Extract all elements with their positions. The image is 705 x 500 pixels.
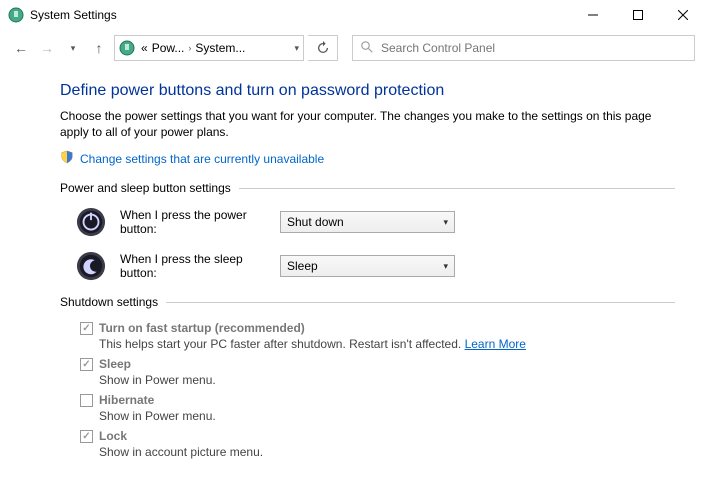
fast-startup-row: Turn on fast startup (recommended) [80,321,675,335]
divider [239,188,675,189]
app-icon [8,7,24,23]
hibernate-row: Hibernate [80,393,675,407]
page-heading: Define power buttons and turn on passwor… [60,82,675,100]
back-button[interactable]: ← [10,37,32,59]
address-bar[interactable]: « Pow... › System... ▾ [114,35,304,61]
sleep-desc: Show in Power menu. [99,373,675,387]
power-button-label: When I press the power button: [120,208,280,236]
hibernate-desc: Show in Power menu. [99,409,675,423]
close-button[interactable] [660,0,705,30]
shield-icon [60,150,74,167]
content: Define power buttons and turn on passwor… [0,66,705,459]
section-shutdown-label: Shutdown settings [60,295,158,309]
address-icon [119,40,135,56]
up-button[interactable]: ↑ [88,37,110,59]
page-description: Choose the power settings that you want … [60,108,675,140]
address-dropdown-icon[interactable]: ▾ [294,43,299,54]
toolbar: ← → ▾ ↑ « Pow... › System... ▾ [0,30,705,66]
shutdown-settings-list: Turn on fast startup (recommended) This … [80,321,675,459]
sleep-row: Sleep [80,357,675,371]
refresh-button[interactable] [308,35,338,61]
fast-startup-desc-text: This helps start your PC faster after sh… [99,337,465,351]
sleep-checkbox[interactable] [80,358,93,371]
section-shutdown: Shutdown settings [60,295,675,309]
breadcrumb-system[interactable]: System... [193,41,247,55]
section-power-label: Power and sleep button settings [60,181,231,195]
forward-button[interactable]: → [36,37,58,59]
recent-dropdown[interactable]: ▾ [62,37,84,59]
power-button-row: When I press the power button: Shut down… [76,207,675,237]
change-settings-text: Change settings that are currently unava… [80,152,324,166]
divider [166,302,675,303]
sleep-button-label: When I press the sleep button: [120,252,280,280]
minimize-button[interactable] [570,0,615,30]
search-input[interactable] [381,41,686,55]
lock-row: Lock [80,429,675,443]
sleep-label: Sleep [99,357,131,371]
fast-startup-label: Turn on fast startup (recommended) [99,321,305,335]
window-title: System Settings [30,8,117,22]
lock-checkbox[interactable] [80,430,93,443]
chevron-down-icon: ▾ [443,261,448,272]
learn-more-link[interactable]: Learn More [465,337,526,351]
section-power-buttons: Power and sleep button settings [60,181,675,195]
search-box[interactable] [352,35,695,61]
crumb-prefix[interactable]: « [139,41,150,55]
sleep-button-row: When I press the sleep button: Sleep ▾ [76,251,675,281]
breadcrumb-power[interactable]: Pow... [150,41,187,55]
hibernate-checkbox[interactable] [80,394,93,407]
crumb-sep-icon: › [186,43,193,53]
lock-label: Lock [99,429,127,443]
power-button-select[interactable]: Shut down ▾ [280,211,455,233]
chevron-down-icon: ▾ [443,217,448,228]
sleep-icon [76,251,106,281]
maximize-button[interactable] [615,0,660,30]
window-controls [570,0,705,30]
power-icon [76,207,106,237]
change-settings-link[interactable]: Change settings that are currently unava… [60,150,675,167]
titlebar: System Settings [0,0,705,30]
fast-startup-desc: This helps start your PC faster after sh… [99,337,675,351]
sleep-button-value: Sleep [287,259,318,273]
hibernate-label: Hibernate [99,393,154,407]
search-icon [361,41,373,56]
fast-startup-checkbox[interactable] [80,322,93,335]
lock-desc: Show in account picture menu. [99,445,675,459]
sleep-button-select[interactable]: Sleep ▾ [280,255,455,277]
power-button-value: Shut down [287,215,344,229]
